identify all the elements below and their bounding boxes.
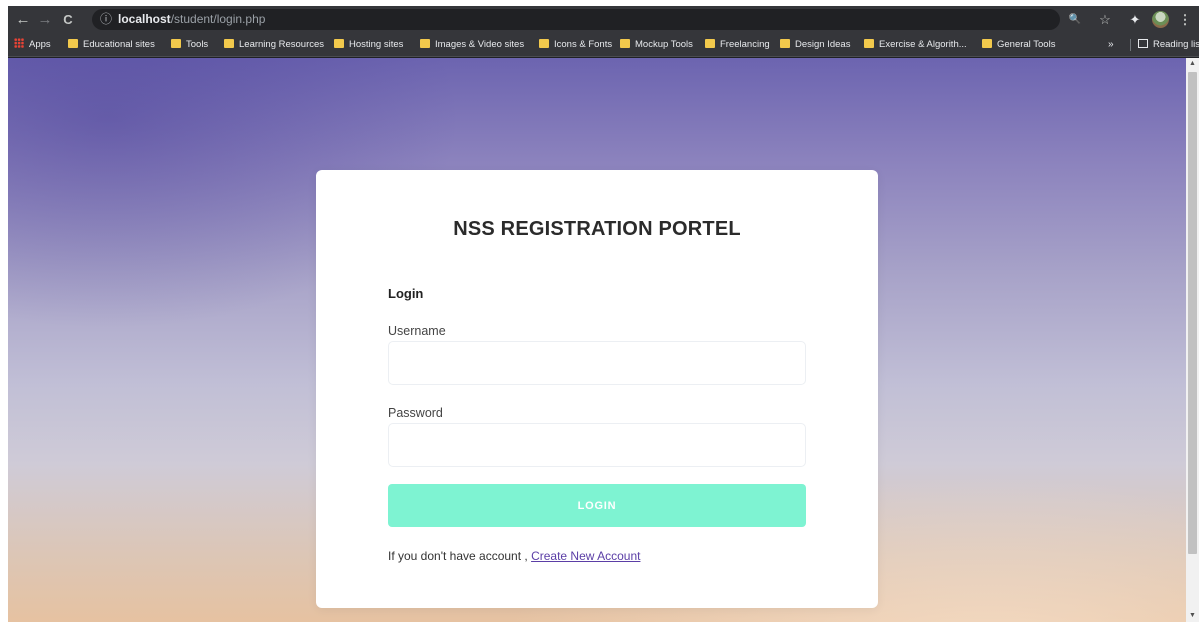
reload-icon[interactable]: C [57,6,79,33]
bookmark-label: Freelancing [720,39,770,50]
page-viewport: NSS REGISTRATION PORTEL Login Username P… [8,58,1186,622]
bookmarks-bar: Apps Educational sites Tools Learning Re… [8,33,1199,57]
profile-avatar[interactable] [1152,11,1169,28]
bookmark-exercise-algorithms[interactable]: Exercise & Algorith... [864,33,967,57]
bookmark-icons-fonts[interactable]: Icons & Fonts [539,33,612,57]
bookmark-apps[interactable]: Apps [14,33,51,57]
folder-icon [68,39,78,48]
bookmark-hosting-sites[interactable]: Hosting sites [334,33,403,57]
bookmark-label: Images & Video sites [435,39,525,50]
apps-grid-icon [14,38,24,48]
bookmark-images-video-sites[interactable]: Images & Video sites [420,33,524,57]
folder-icon [982,39,992,48]
folder-icon [224,39,234,48]
folder-icon [420,39,430,48]
bookmark-label: Icons & Fonts [554,39,613,50]
folder-icon [171,39,181,48]
bookmark-design-ideas[interactable]: Design Ideas [780,33,850,57]
address-url[interactable]: localhost/student/login.php [118,9,265,30]
username-label: Username [388,324,446,338]
signup-prompt-text: If you don't have account , [388,549,528,563]
page-scrollbar[interactable]: ▲ ▼ [1186,58,1199,622]
zoom-icon[interactable]: 🔍 [1066,6,1084,33]
bookmark-label: Tools [186,39,209,50]
reading-list-label: Reading list [1153,39,1199,50]
bookmark-label: Design Ideas [795,39,851,50]
browser-window: ← → C ⓘ localhost/student/login.php 🔍 ☆ … [8,6,1199,622]
scroll-up-icon[interactable]: ▲ [1186,58,1199,70]
bookmark-learning-resources[interactable]: Learning Resources [224,33,324,57]
bookmark-label: Hosting sites [349,39,404,50]
reading-list-button[interactable]: Reading list [1138,33,1199,57]
login-card: NSS REGISTRATION PORTEL Login Username P… [316,170,878,608]
folder-icon [620,39,630,48]
menu-icon[interactable]: ⋮ [1176,6,1194,33]
bookmark-freelancing[interactable]: Freelancing [705,33,770,57]
back-icon[interactable]: ← [12,6,34,33]
site-info-icon[interactable]: ⓘ [100,9,112,30]
folder-icon [705,39,715,48]
folder-icon [780,39,790,48]
bookmark-tools[interactable]: Tools [171,33,208,57]
address-bar[interactable]: ⓘ localhost/student/login.php [92,9,1060,30]
bookmark-mockup-tools[interactable]: Mockup Tools [620,33,693,57]
password-label: Password [388,406,443,420]
url-path: /student/login.php [170,12,266,26]
browser-toolbar: ← → C ⓘ localhost/student/login.php 🔍 ☆ … [8,6,1199,33]
login-heading: Login [388,286,424,301]
scroll-thumb[interactable] [1188,72,1197,554]
bookmarks-overflow-icon[interactable]: » [1108,33,1114,57]
forward-icon[interactable]: → [34,6,56,33]
bookmark-label: Mockup Tools [635,39,693,50]
scroll-down-icon[interactable]: ▼ [1186,610,1199,622]
bookmarks-divider [1130,39,1131,51]
username-input[interactable] [388,341,806,385]
reading-list-icon [1138,39,1148,48]
signup-prompt: If you don't have account , Create New A… [388,549,640,563]
page-title: NSS REGISTRATION PORTEL [453,218,741,240]
bookmark-label: Learning Resources [239,39,325,50]
bookmark-general-tools[interactable]: General Tools [982,33,1055,57]
extensions-icon[interactable]: ✦ [1126,6,1144,33]
folder-icon [539,39,549,48]
folder-icon [334,39,344,48]
create-account-link[interactable]: Create New Account [531,549,640,563]
login-button[interactable]: LOGIN [388,484,806,527]
bookmark-label: Exercise & Algorith... [879,39,967,50]
bookmark-educational-sites[interactable]: Educational sites [68,33,155,57]
folder-icon [864,39,874,48]
bookmark-label: Apps [29,39,51,50]
password-input[interactable] [388,423,806,467]
bookmark-label: Educational sites [83,39,155,50]
bookmark-star-icon[interactable]: ☆ [1096,6,1114,33]
url-host: localhost [118,12,171,26]
bookmark-label: General Tools [997,39,1056,50]
